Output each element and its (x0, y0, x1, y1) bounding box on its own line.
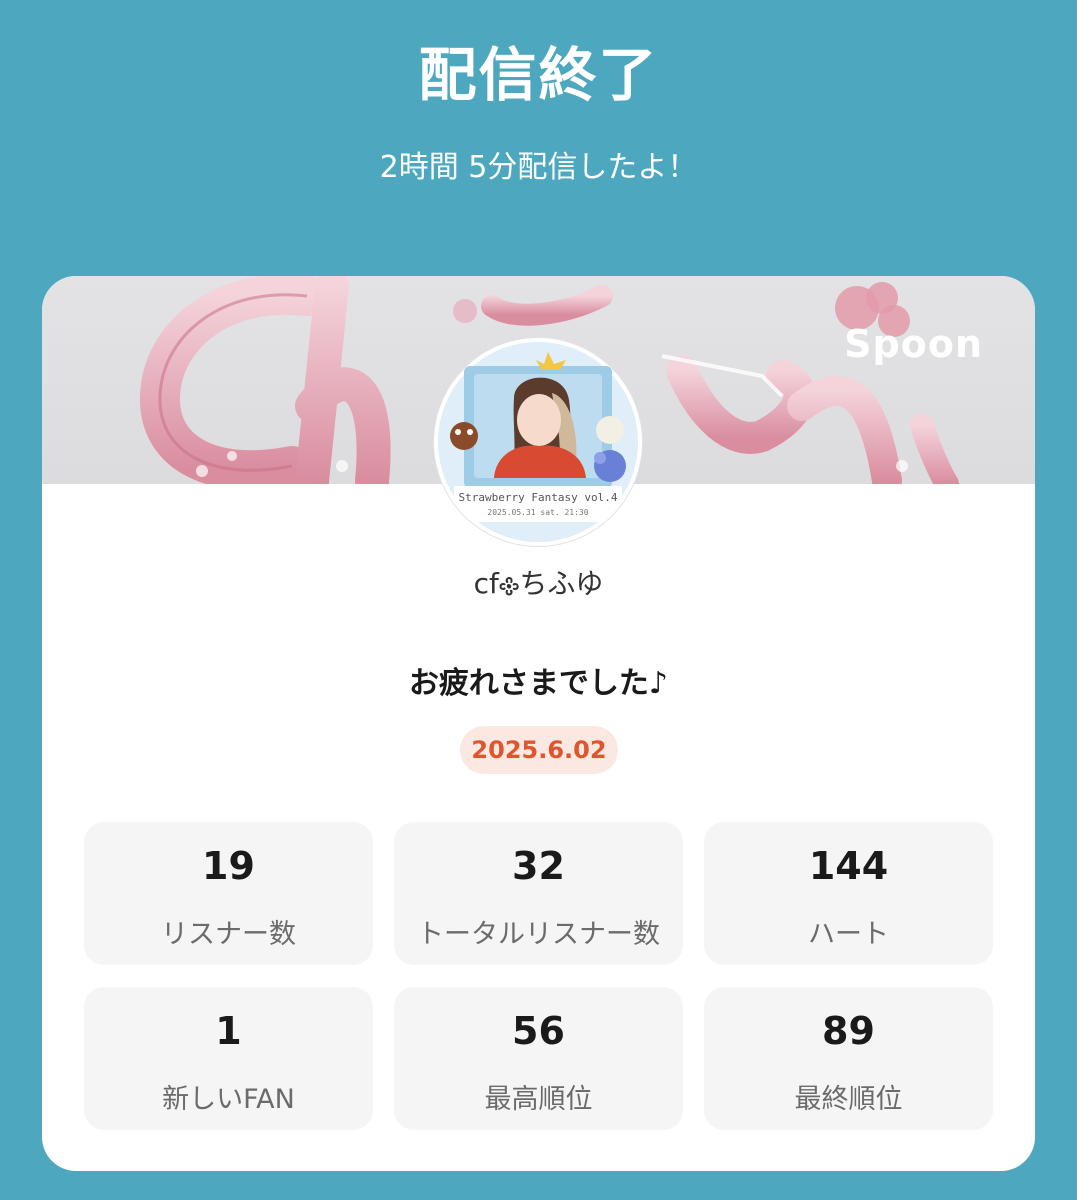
spoon-logo: Spoon (844, 322, 983, 366)
stat-label: 最高順位 (484, 1084, 593, 1115)
broadcast-duration: 2時間 5分配信したよ！ (379, 150, 698, 185)
stat-label: リスナー数 (161, 919, 296, 950)
avatar[interactable]: Strawberry Fantasy vol.4 2025.05.31 sat.… (434, 338, 642, 546)
stat-value: 1 (215, 1009, 242, 1053)
svg-text:Strawberry Fantasy vol.4: Strawberry Fantasy vol.4 (459, 491, 618, 504)
date-badge: 2025.6.02 (460, 726, 618, 774)
stat-total-listeners: 32 トータルリスナー数 (394, 822, 683, 965)
stat-label: トータルリスナー数 (417, 919, 660, 950)
page-title: 配信終了 (418, 41, 659, 109)
stat-value: 144 (808, 844, 889, 888)
stat-new-fans: 1 新しいFAN (84, 987, 373, 1130)
stat-final-rank: 89 最終順位 (704, 987, 993, 1130)
avatar-artwork-icon: Strawberry Fantasy vol.4 2025.05.31 sat.… (438, 342, 638, 542)
stat-hearts: 144 ハート (704, 822, 993, 965)
stat-value: 56 (512, 1009, 565, 1053)
stat-highest-rank: 56 最高順位 (394, 987, 683, 1130)
broadcast-summary-card: Spoon Strawberry Fantasy vol.4 2025.05.3… (42, 276, 1035, 1171)
stat-value: 32 (512, 844, 565, 888)
stat-label: 最終順位 (794, 1084, 903, 1115)
stat-listeners: 19 リスナー数 (84, 822, 373, 965)
thank-you-message: お疲れさまでした♪ (408, 666, 669, 701)
stat-label: 新しいFAN (162, 1084, 295, 1115)
stat-value: 19 (202, 844, 255, 888)
svg-text:2025.05.31 sat. 21:30: 2025.05.31 sat. 21:30 (487, 508, 588, 517)
stats-grid: 19 リスナー数 32 トータルリスナー数 144 ハート 1 新しいFAN 5… (84, 822, 994, 1130)
stat-label: ハート (808, 919, 889, 950)
streamer-name: cf𐫱ちふゆ (473, 567, 604, 600)
stat-value: 89 (822, 1009, 875, 1053)
